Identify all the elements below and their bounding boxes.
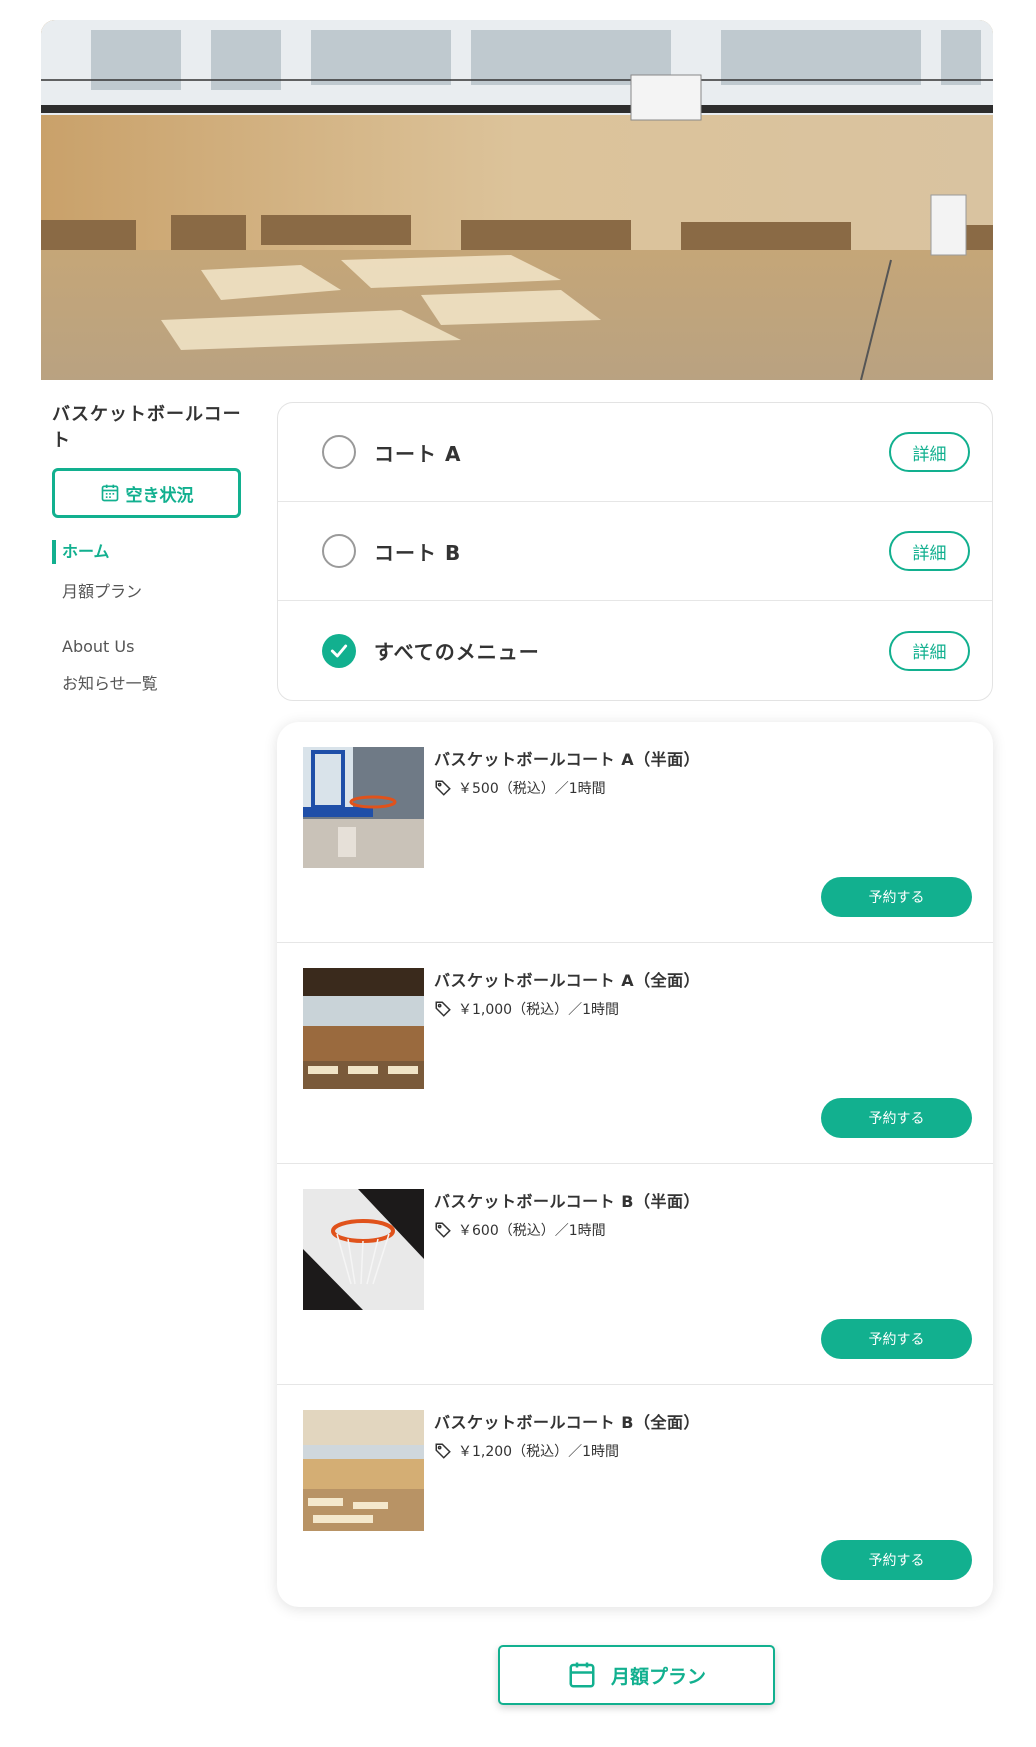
reserve-button[interactable]: 予約する (821, 1540, 972, 1580)
menu-item: バスケットボールコート B（全面） ￥1,200（税込）／1時間 予約する (277, 1385, 993, 1606)
court-option-label: コート A (374, 441, 462, 466)
menu-item-title: バスケットボールコート A（全面） (434, 971, 701, 990)
site-title: バスケットボールコート (52, 404, 242, 451)
menu-item-price-text: ￥1,200（税込）／1時間 (458, 1444, 619, 1460)
gym-floor-image (303, 1410, 424, 1531)
sidebar: バスケットボールコート 空き状況 ホーム 月額プラン About Us お知らせ… (52, 400, 252, 706)
tag-icon (435, 1001, 451, 1017)
monthly-plan-button-label: 月額プラン (610, 1665, 706, 1688)
nav-item-news[interactable]: お知らせ一覧 (52, 669, 252, 706)
court-option-a[interactable]: コート A 詳細 (278, 403, 992, 502)
reserve-button[interactable]: 予約する (821, 1098, 972, 1138)
gymnasium-photo (41, 20, 993, 380)
calendar-icon (569, 1662, 595, 1688)
calendar-icon (101, 484, 118, 502)
monthly-plan-button[interactable]: 月額プラン (498, 1645, 775, 1705)
menu-item-thumbnail (303, 1189, 424, 1310)
detail-button[interactable]: 詳細 (889, 531, 970, 571)
menu-item-title: バスケットボールコート B（半面） (434, 1192, 700, 1211)
availability-button-label: 空き状況 (125, 485, 194, 506)
court-option-label: すべてのメニュー (374, 640, 540, 664)
hoop-with-ball-image (303, 747, 424, 868)
detail-button[interactable]: 詳細 (889, 432, 970, 472)
radio-button[interactable] (322, 435, 356, 469)
radio-button[interactable] (322, 534, 356, 568)
hoop-net-closeup-image (303, 1189, 424, 1310)
menu-item: バスケットボールコート B（半面） ￥600（税込）／1時間 予約する (277, 1164, 993, 1385)
availability-button[interactable]: 空き状況 (52, 468, 241, 518)
menu-item-thumbnail (303, 1410, 424, 1531)
gym-interior-image (303, 968, 424, 1089)
reserve-button[interactable]: 予約する (821, 1319, 972, 1359)
menu-item-title: バスケットボールコート A（半面） (434, 750, 701, 769)
tag-icon (435, 780, 451, 796)
nav-item-home[interactable]: ホーム (52, 540, 252, 564)
menu-item: バスケットボールコート A（全面） ￥1,000（税込）／1時間 予約する (277, 943, 993, 1164)
detail-button[interactable]: 詳細 (889, 630, 970, 671)
radio-button-checked[interactable] (322, 633, 356, 668)
menu-item-price-text: ￥600（税込）／1時間 (458, 1223, 606, 1239)
menu-item-price: ￥500（税込）／1時間 (434, 778, 606, 798)
menu-list: バスケットボールコート A（半面） ￥500（税込）／1時間 予約する バスケッ… (277, 722, 993, 1607)
hero-image (41, 20, 993, 380)
sidebar-nav: ホーム 月額プラン About Us お知らせ一覧 (52, 540, 252, 706)
menu-item: バスケットボールコート A（半面） ￥500（税込）／1時間 予約する (277, 722, 993, 943)
menu-item-thumbnail (303, 968, 424, 1089)
tag-icon (435, 1222, 451, 1238)
nav-item-about[interactable]: About Us (52, 632, 252, 669)
menu-item-price-text: ￥1,000（税込）／1時間 (458, 1002, 619, 1018)
tag-icon (435, 1443, 451, 1459)
nav-item-monthly-plan[interactable]: 月額プラン (52, 577, 252, 614)
menu-item-thumbnail (303, 747, 424, 868)
menu-item-price-text: ￥500（税込）／1時間 (458, 781, 606, 797)
menu-item-price: ￥1,200（税込）／1時間 (434, 1441, 619, 1461)
court-option-b[interactable]: コート B 詳細 (278, 502, 992, 601)
check-icon (330, 644, 348, 657)
reserve-button[interactable]: 予約する (821, 877, 972, 917)
menu-item-price: ￥600（税込）／1時間 (434, 1220, 606, 1240)
menu-item-title: バスケットボールコート B（全面） (434, 1413, 700, 1432)
court-option-label: コート B (374, 540, 462, 565)
court-option-all[interactable]: すべてのメニュー 詳細 (278, 601, 992, 700)
menu-item-price: ￥1,000（税込）／1時間 (434, 999, 619, 1019)
court-selector: コート A 詳細 コート B 詳細 すべてのメニュー 詳細 (277, 402, 993, 701)
